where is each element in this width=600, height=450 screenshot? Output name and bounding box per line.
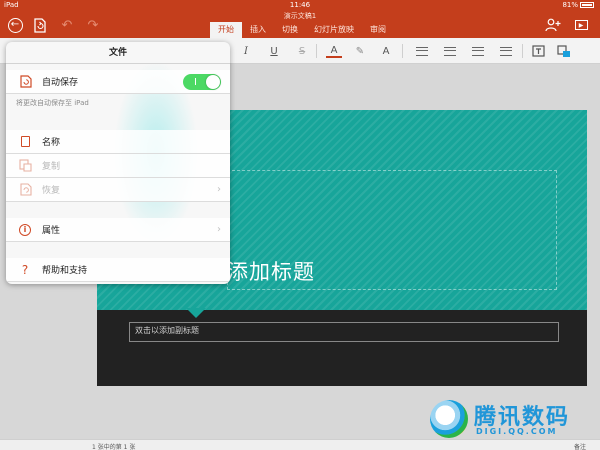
- menu-item-label: 名称: [42, 138, 61, 148]
- chevron-right-icon: ›: [217, 224, 221, 235]
- tab-transitions[interactable]: 切换: [274, 22, 306, 38]
- underline-button[interactable]: U: [266, 44, 282, 58]
- bullets-button[interactable]: [414, 44, 430, 58]
- battery-percent: 81%: [562, 1, 578, 9]
- tab-home[interactable]: 开始: [210, 22, 242, 38]
- menu-item-properties[interactable]: i 属性 ›: [6, 218, 230, 242]
- text-box-icon: [531, 45, 545, 57]
- add-person-icon: [545, 18, 561, 32]
- battery-status: 81%: [562, 1, 594, 9]
- text-effects-icon: A: [382, 45, 390, 57]
- toggle-knob: [206, 75, 220, 89]
- play-icon: ▶: [574, 20, 588, 30]
- strikethrough-button[interactable]: S: [294, 44, 310, 58]
- tab-slideshow[interactable]: 幻灯片放映: [306, 22, 362, 38]
- numbering-icon: [444, 46, 456, 56]
- battery-icon: [580, 2, 594, 8]
- toolbar-divider: [402, 44, 403, 58]
- highlighter-icon: ✎: [355, 45, 365, 57]
- document-icon: [18, 136, 32, 147]
- font-color-button[interactable]: A: [326, 44, 342, 58]
- question-mark-icon: ?: [21, 262, 29, 277]
- menu-item-label: 属性: [42, 226, 61, 236]
- text-box-button[interactable]: [530, 44, 546, 58]
- highlight-button[interactable]: ✎: [352, 44, 368, 58]
- tab-review[interactable]: 审阅: [362, 22, 394, 38]
- tab-insert[interactable]: 插入: [242, 22, 274, 38]
- toolbar-divider: [316, 44, 317, 58]
- menu-item-label: 复制: [42, 162, 61, 172]
- ribbon-tabs: 开始 插入 切换 幻灯片放映 审阅: [210, 22, 394, 38]
- autosave-icon: [18, 75, 32, 88]
- title-placeholder[interactable]: 添加标题: [227, 256, 315, 286]
- notes-button[interactable]: 备注: [574, 442, 586, 450]
- undo-icon: ↶: [61, 17, 73, 33]
- menu-item-restore[interactable]: 恢复 ›: [6, 178, 230, 202]
- text-effects-button[interactable]: A: [378, 44, 394, 58]
- watermark-logo: 腾讯数码 DIGI.QQ.COM: [430, 398, 590, 440]
- duplicate-icon: [18, 159, 32, 172]
- chevron-right-icon: ›: [217, 184, 221, 195]
- file-button[interactable]: [30, 16, 48, 34]
- play-slideshow-button[interactable]: ▶: [572, 16, 590, 34]
- back-button[interactable]: ←: [6, 16, 24, 34]
- autosave-row: 自动保存: [6, 70, 230, 94]
- increase-indent-button[interactable]: [498, 44, 514, 58]
- qq-logo-icon: [430, 400, 468, 438]
- file-sync-icon: [34, 17, 46, 33]
- shapes-icon: [557, 44, 570, 57]
- autosave-toggle[interactable]: [183, 74, 221, 90]
- watermark-subtext: DIGI.QQ.COM: [476, 427, 558, 436]
- undo-button[interactable]: ↶: [58, 16, 76, 34]
- autosave-label: 自动保存: [42, 78, 79, 88]
- slide-caret: [186, 308, 206, 318]
- share-button[interactable]: [544, 16, 562, 34]
- numbering-button[interactable]: [442, 44, 458, 58]
- subtitle-placeholder[interactable]: 双击以添加副标题: [135, 325, 199, 336]
- status-bar: iPad 11:46 81%: [0, 0, 600, 10]
- back-arrow-icon: ←: [7, 17, 23, 33]
- status-footer: 1 张中的第 1 张 备注: [0, 439, 600, 450]
- file-menu-title: 文件: [6, 42, 230, 64]
- info-icon: i: [18, 223, 32, 236]
- menu-item-name[interactable]: 名称: [6, 130, 230, 154]
- menu-item-label: 帮助和支持: [42, 266, 88, 276]
- bullets-icon: [416, 46, 428, 56]
- italic-button[interactable]: I: [238, 44, 254, 58]
- decrease-indent-icon: [472, 46, 484, 56]
- file-menu-popover: 文件 自动保存 将更改自动保存至 iPad 名称 复制 恢复 › i 属性 › …: [6, 42, 230, 284]
- decrease-indent-button[interactable]: [470, 44, 486, 58]
- redo-button[interactable]: ↷: [84, 16, 102, 34]
- slide-count: 1 张中的第 1 张: [92, 444, 136, 450]
- restore-icon: [18, 183, 32, 196]
- menu-item-help[interactable]: ? 帮助和支持: [6, 258, 230, 282]
- clock: 11:46: [289, 1, 311, 9]
- redo-icon: ↷: [87, 17, 99, 33]
- toolbar-divider: [522, 44, 523, 58]
- menu-item-label: 恢复: [42, 186, 61, 196]
- increase-indent-icon: [500, 46, 512, 56]
- shape-button[interactable]: [556, 44, 572, 58]
- autosave-note: 将更改自动保存至 iPad: [16, 99, 89, 107]
- title-ribbon: 演示文稿1 ← ↶ ↷ 开始 插入 切换 幻灯片放映 审阅 ▶: [0, 10, 600, 38]
- menu-item-duplicate[interactable]: 复制: [6, 154, 230, 178]
